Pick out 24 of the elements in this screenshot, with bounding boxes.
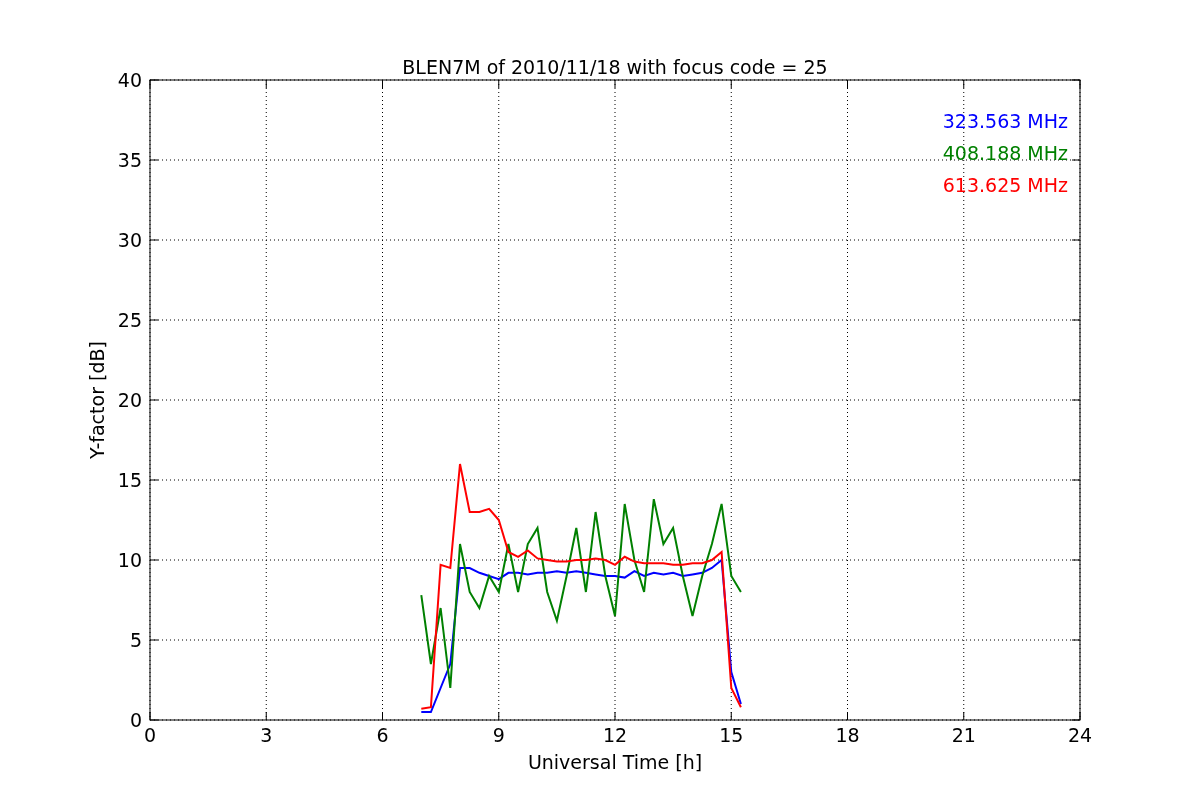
legend-label: 408.188 MHz [942, 142, 1068, 164]
tick-label: 21 [951, 724, 976, 746]
tick-label: 15 [719, 724, 744, 746]
tick-label: 10 [117, 549, 142, 571]
tick-label: 30 [117, 229, 142, 251]
legend-label: 323.563 MHz [942, 110, 1068, 132]
tick-label: 6 [376, 724, 389, 746]
tick-label: 25 [117, 309, 142, 331]
legend-label: 613.625 MHz [942, 174, 1068, 196]
x-axis-label: Universal Time [h] [527, 751, 703, 773]
tick-label: 40 [117, 69, 142, 91]
tick-label: 15 [117, 469, 142, 491]
chart-title: BLEN7M of 2010/11/18 with focus code = 25 [402, 56, 828, 78]
tick-label: 0 [143, 724, 157, 746]
tick-label: 35 [117, 149, 142, 171]
y-axis-label: Y-factor [dB] [86, 341, 108, 459]
tick-label: 20 [117, 389, 142, 411]
tick-label: 9 [492, 724, 505, 746]
tick-label: 12 [602, 724, 628, 746]
tick-label: 5 [129, 629, 142, 651]
tick-label: 24 [1067, 724, 1093, 746]
tick-label: 3 [260, 724, 273, 746]
tick-label: 0 [129, 709, 142, 731]
tick-label: 18 [835, 724, 860, 746]
